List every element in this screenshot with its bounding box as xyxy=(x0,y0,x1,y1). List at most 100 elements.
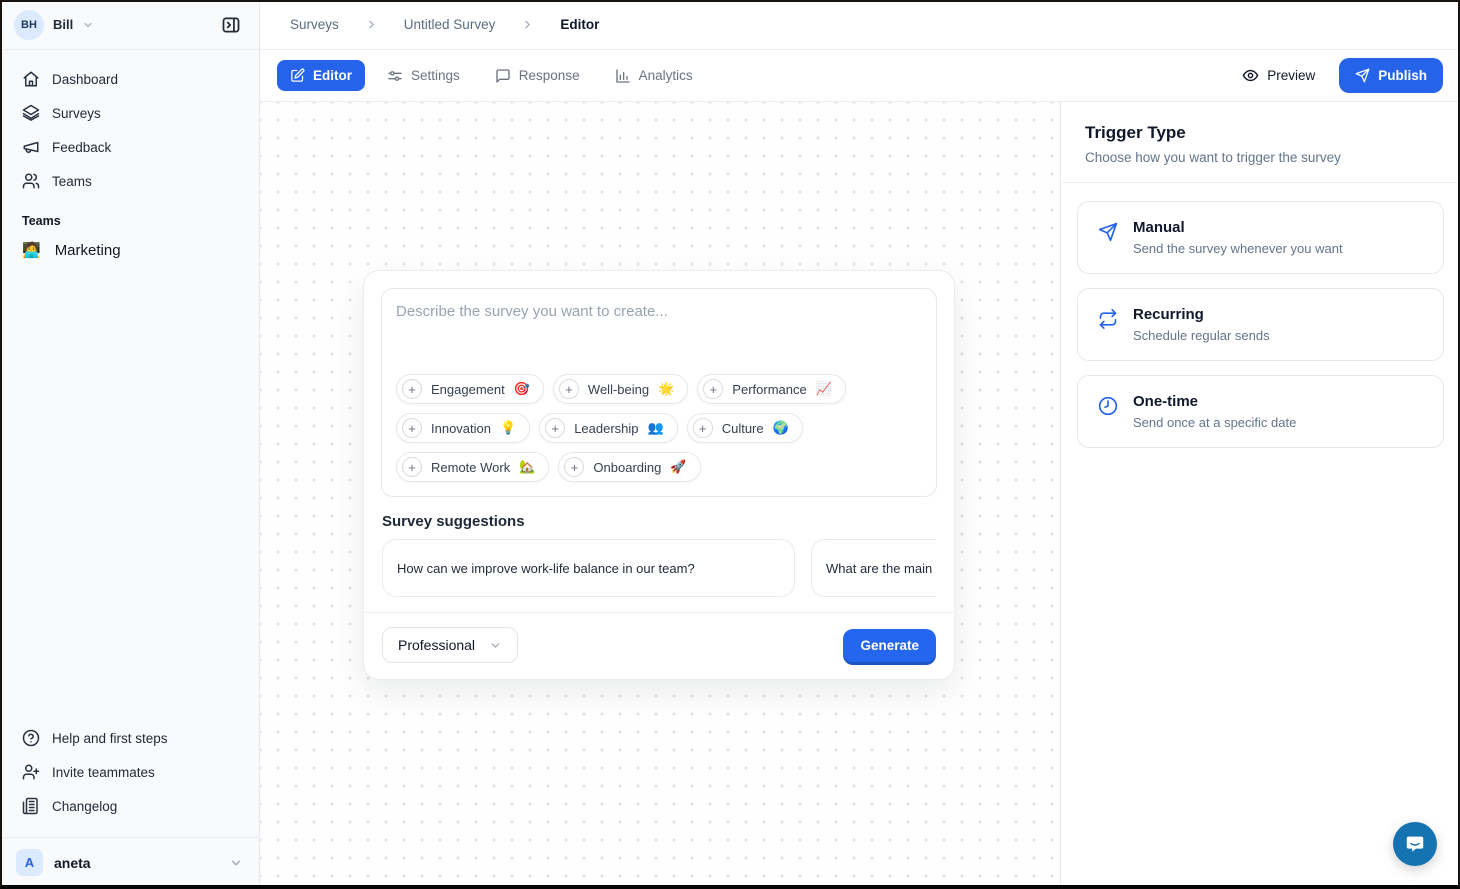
sidebar: BH Bill Dashboard Surveys xyxy=(0,0,260,889)
sidebar-item-label: Feedback xyxy=(52,140,111,155)
trigger-options: Manual Send the survey whenever you want… xyxy=(1061,183,1460,480)
prompt-box: + Engagement 🎯 + Well-being 🌟 + Performa… xyxy=(381,288,937,497)
user-name: aneta xyxy=(54,855,218,871)
trigger-option-title: Recurring xyxy=(1133,306,1270,323)
preview-button[interactable]: Preview xyxy=(1232,59,1325,92)
plus-icon: + xyxy=(402,457,422,477)
sidebar-item-label: Teams xyxy=(52,174,92,189)
plus-icon: + xyxy=(693,418,713,438)
tab-settings[interactable]: Settings xyxy=(374,60,473,92)
panel-collapse-icon xyxy=(221,15,241,35)
send-icon xyxy=(1355,68,1370,83)
topic-chip-innovation[interactable]: + Innovation 💡 xyxy=(396,413,530,443)
sidebar-item-label: Surveys xyxy=(52,106,101,121)
topic-chip-engagement[interactable]: + Engagement 🎯 xyxy=(396,374,544,404)
users-icon xyxy=(22,172,40,190)
survey-composer-card: + Engagement 🎯 + Well-being 🌟 + Performa… xyxy=(363,270,955,680)
topic-chip-leadership[interactable]: + Leadership 👥 xyxy=(539,413,678,443)
sidebar-item-dashboard[interactable]: Dashboard xyxy=(12,62,247,96)
sidebar-item-team-marketing[interactable]: 🧑‍💻 Marketing xyxy=(12,234,247,266)
survey-description-input[interactable] xyxy=(396,303,922,361)
topic-chip-remote-work[interactable]: + Remote Work 🏡 xyxy=(396,452,549,482)
plus-icon: + xyxy=(402,418,422,438)
workspace-avatar: BH xyxy=(14,10,44,40)
tab-label: Analytics xyxy=(639,68,693,83)
editor-canvas: + Engagement 🎯 + Well-being 🌟 + Performa… xyxy=(260,102,1060,889)
topic-chip-well-being[interactable]: + Well-being 🌟 xyxy=(553,374,688,404)
pencil-square-icon xyxy=(290,68,305,83)
breadcrumb-surveys[interactable]: Surveys xyxy=(290,17,339,32)
sidebar-bottom-nav: Help and first steps Invite teammates Ch… xyxy=(0,721,259,829)
tab-response[interactable]: Response xyxy=(482,60,593,92)
bulb-emoji: 💡 xyxy=(500,420,516,436)
publish-label: Publish xyxy=(1378,68,1427,83)
globe-emoji: 🌍 xyxy=(773,420,789,436)
preview-label: Preview xyxy=(1267,68,1315,83)
trigger-option-description: Schedule regular sends xyxy=(1133,328,1270,343)
composer-footer: Professional Generate xyxy=(364,612,954,679)
panel-title: Trigger Type xyxy=(1085,123,1436,143)
trigger-option-recurring[interactable]: Recurring Schedule regular sends xyxy=(1077,288,1444,361)
plus-icon: + xyxy=(703,379,723,399)
sidebar-item-surveys[interactable]: Surveys xyxy=(12,96,247,130)
sidebar-item-help[interactable]: Help and first steps xyxy=(12,721,247,755)
tab-editor[interactable]: Editor xyxy=(277,60,365,91)
tab-label: Response xyxy=(519,68,580,83)
trigger-option-manual[interactable]: Manual Send the survey whenever you want xyxy=(1077,201,1444,274)
trigger-option-one-time[interactable]: One-time Send once at a specific date xyxy=(1077,375,1444,448)
suggestion-card[interactable]: What are the main ob xyxy=(811,539,936,597)
user-menu[interactable]: A aneta xyxy=(0,837,259,889)
layers-icon xyxy=(22,104,40,122)
editor-toolbar: Editor Settings Response Analytics Previ… xyxy=(260,50,1460,102)
breadcrumb-editor: Editor xyxy=(560,17,599,32)
workspace-switcher[interactable]: BH Bill xyxy=(0,0,259,50)
chat-bubble-icon xyxy=(1404,833,1426,855)
topic-chip-culture[interactable]: + Culture 🌍 xyxy=(687,413,803,443)
collapse-sidebar-button[interactable] xyxy=(217,11,245,39)
bar-chart-icon xyxy=(615,68,631,84)
workspace-name: Bill xyxy=(53,17,73,32)
chevron-right-icon xyxy=(521,18,534,31)
trigger-panel-header: Trigger Type Choose how you want to trig… xyxy=(1061,102,1460,183)
sidebar-item-invite[interactable]: Invite teammates xyxy=(12,755,247,789)
topic-chips: + Engagement 🎯 + Well-being 🌟 + Performa… xyxy=(396,374,922,482)
generate-button[interactable]: Generate xyxy=(843,629,936,662)
eye-icon xyxy=(1242,67,1259,84)
breadcrumb-untitled-survey[interactable]: Untitled Survey xyxy=(404,17,496,32)
tone-selected-value: Professional xyxy=(398,637,475,653)
publish-button[interactable]: Publish xyxy=(1339,58,1443,93)
star-emoji: 🌟 xyxy=(658,381,674,397)
breadcrumb: Surveys Untitled Survey Editor xyxy=(260,0,1460,50)
suggestion-card[interactable]: How can we improve work-life balance in … xyxy=(382,539,795,597)
plus-icon: + xyxy=(559,379,579,399)
suggestions-row: How can we improve work-life balance in … xyxy=(382,539,936,597)
sidebar-item-teams[interactable]: Teams xyxy=(12,164,247,198)
newspaper-icon xyxy=(22,797,40,815)
sidebar-item-label: Invite teammates xyxy=(52,765,155,780)
home-icon xyxy=(22,70,40,88)
sidebar-nav: Dashboard Surveys Feedback Teams Teams 🧑… xyxy=(0,50,259,266)
tab-analytics[interactable]: Analytics xyxy=(602,60,706,92)
teams-section-label: Teams xyxy=(12,198,247,234)
tone-select[interactable]: Professional xyxy=(382,627,518,663)
sidebar-item-changelog[interactable]: Changelog xyxy=(12,789,247,823)
user-avatar: A xyxy=(16,849,43,876)
suggestions-title: Survey suggestions xyxy=(382,513,936,530)
chat-launcher-button[interactable] xyxy=(1393,822,1437,866)
chevron-down-icon xyxy=(489,639,502,652)
team-emoji: 🧑‍💻 xyxy=(22,241,41,259)
sidebar-item-label: Changelog xyxy=(52,799,117,814)
megaphone-icon xyxy=(22,138,40,156)
tab-label: Editor xyxy=(313,68,352,83)
user-plus-icon xyxy=(22,763,40,781)
chart-emoji: 📈 xyxy=(816,381,832,397)
plus-icon: + xyxy=(402,379,422,399)
topic-chip-onboarding[interactable]: + Onboarding 🚀 xyxy=(558,452,700,482)
chevron-right-icon xyxy=(365,18,378,31)
people-emoji: 👥 xyxy=(648,420,664,436)
rocket-emoji: 🚀 xyxy=(670,459,686,475)
sidebar-item-feedback[interactable]: Feedback xyxy=(12,130,247,164)
plus-icon: + xyxy=(564,457,584,477)
panel-subtitle: Choose how you want to trigger the surve… xyxy=(1085,150,1436,165)
topic-chip-performance[interactable]: + Performance 📈 xyxy=(697,374,846,404)
